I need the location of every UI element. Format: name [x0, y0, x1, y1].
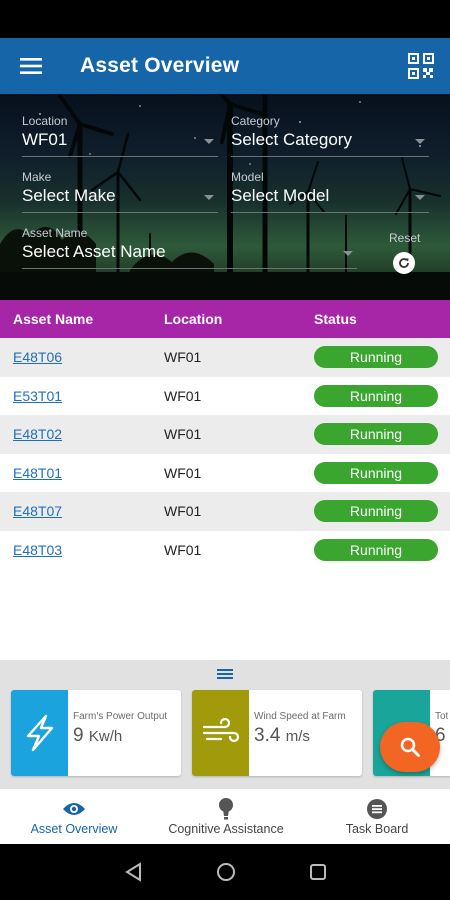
divider: [22, 156, 218, 157]
reset-button[interactable]: [393, 252, 415, 274]
nav-item-asset-overview[interactable]: Asset Overview: [0, 789, 148, 845]
table-row: E48T03 WF01 Running: [0, 530, 450, 569]
column-header-location: Location: [164, 311, 223, 327]
bottom-nav: Asset Overview Cognitive Assistance Task…: [0, 788, 450, 844]
recents-icon[interactable]: [309, 862, 327, 882]
make-label: Make: [22, 170, 52, 184]
refresh-icon: [399, 258, 409, 268]
location-label: Location: [22, 114, 68, 128]
location-cell: WF01: [164, 349, 202, 365]
status-badge: Running: [314, 346, 438, 368]
location-cell: WF01: [164, 503, 202, 519]
home-icon[interactable]: [216, 862, 236, 882]
wind-icon: [192, 690, 249, 776]
chevron-down-icon: [415, 195, 425, 200]
table-row: E48T01 WF01 Running: [0, 453, 450, 492]
power-output-card[interactable]: Farm's Power Output 9 Kw/h: [11, 690, 181, 776]
drag-handle[interactable]: [217, 669, 233, 679]
table-row: E48T02 WF01 Running: [0, 415, 450, 454]
reset-label: Reset: [389, 231, 421, 245]
card-value: 9 Kw/h: [73, 725, 123, 746]
divider: [231, 212, 429, 213]
asset-link[interactable]: E48T07: [13, 503, 62, 519]
back-icon[interactable]: [124, 862, 142, 882]
menu-icon: [20, 58, 42, 74]
lightbulb-icon: [219, 798, 233, 820]
make-value: Select Make: [22, 186, 116, 205]
location-value: WF01: [22, 130, 68, 149]
list-icon: [367, 799, 387, 819]
eye-icon: [63, 803, 85, 815]
nav-label: Asset Overview: [30, 822, 118, 836]
nav-label: Task Board: [345, 822, 409, 836]
filter-panel: Location WF01 Category Select Category M…: [0, 94, 450, 300]
table-row: E48T07 WF01 Running: [0, 492, 450, 531]
card-label: Wind Speed at Farm: [254, 711, 346, 722]
qr-code-icon[interactable]: [408, 53, 434, 79]
asset-table: E48T06 WF01 Running E53T01 WF01 Running …: [0, 338, 450, 569]
card-label: Tot: [435, 711, 449, 722]
card-label: Farm's Power Output: [73, 711, 168, 722]
asset-link[interactable]: E53T01: [13, 388, 62, 404]
card-value: 3.4 m/s: [254, 725, 310, 746]
location-cell: WF01: [164, 426, 202, 442]
category-value: Select Category: [231, 130, 352, 149]
asset-name-value: Select Asset Name: [22, 242, 166, 261]
model-value: Select Model: [231, 186, 330, 205]
asset-link[interactable]: E48T06: [13, 349, 62, 365]
menu-button[interactable]: [0, 38, 62, 94]
lightning-icon: [11, 690, 68, 776]
nav-item-task-board[interactable]: Task Board: [304, 789, 450, 845]
page-title: Asset Overview: [80, 54, 240, 77]
column-header-asset-name: Asset Name: [13, 311, 94, 327]
category-label: Category: [231, 114, 280, 128]
asset-name-label: Asset Name: [22, 226, 88, 240]
location-cell: WF01: [164, 387, 202, 404]
nav-label: Cognitive Assistance: [168, 822, 284, 836]
asset-link[interactable]: E48T02: [13, 426, 62, 442]
location-cell: WF01: [164, 541, 202, 558]
model-label: Model: [231, 170, 264, 184]
asset-link[interactable]: E48T01: [13, 465, 62, 481]
status-badge: Running: [314, 423, 438, 445]
search-icon: [400, 737, 420, 757]
status-badge: Running: [314, 384, 438, 407]
chevron-down-icon: [343, 251, 353, 256]
status-badge: Running: [314, 461, 438, 484]
app-bar: Asset Overview: [0, 38, 450, 94]
divider: [231, 156, 429, 157]
system-nav-bar: [0, 844, 450, 900]
chevron-down-icon: [204, 195, 214, 200]
asset-link[interactable]: E48T03: [13, 542, 62, 558]
table-row: E48T06 WF01 Running: [0, 338, 450, 377]
table-row: E53T01 WF01 Running: [0, 376, 450, 415]
nav-item-cognitive-assistance[interactable]: Cognitive Assistance: [150, 789, 302, 845]
wind-speed-card[interactable]: Wind Speed at Farm 3.4 m/s: [192, 690, 362, 776]
column-header-status: Status: [314, 311, 357, 327]
chevron-down-icon: [204, 139, 214, 144]
status-bar: [0, 0, 450, 38]
status-badge: Running: [314, 500, 438, 522]
table-header: Asset Name Location Status: [0, 300, 450, 338]
search-fab[interactable]: [380, 722, 440, 772]
location-cell: WF01: [164, 464, 202, 481]
chevron-down-icon: [415, 139, 425, 144]
divider: [22, 212, 218, 213]
divider: [22, 268, 357, 269]
status-badge: Running: [314, 538, 438, 561]
kpi-panel: Farm's Power Output 9 Kw/h Wind Speed at…: [0, 660, 450, 788]
